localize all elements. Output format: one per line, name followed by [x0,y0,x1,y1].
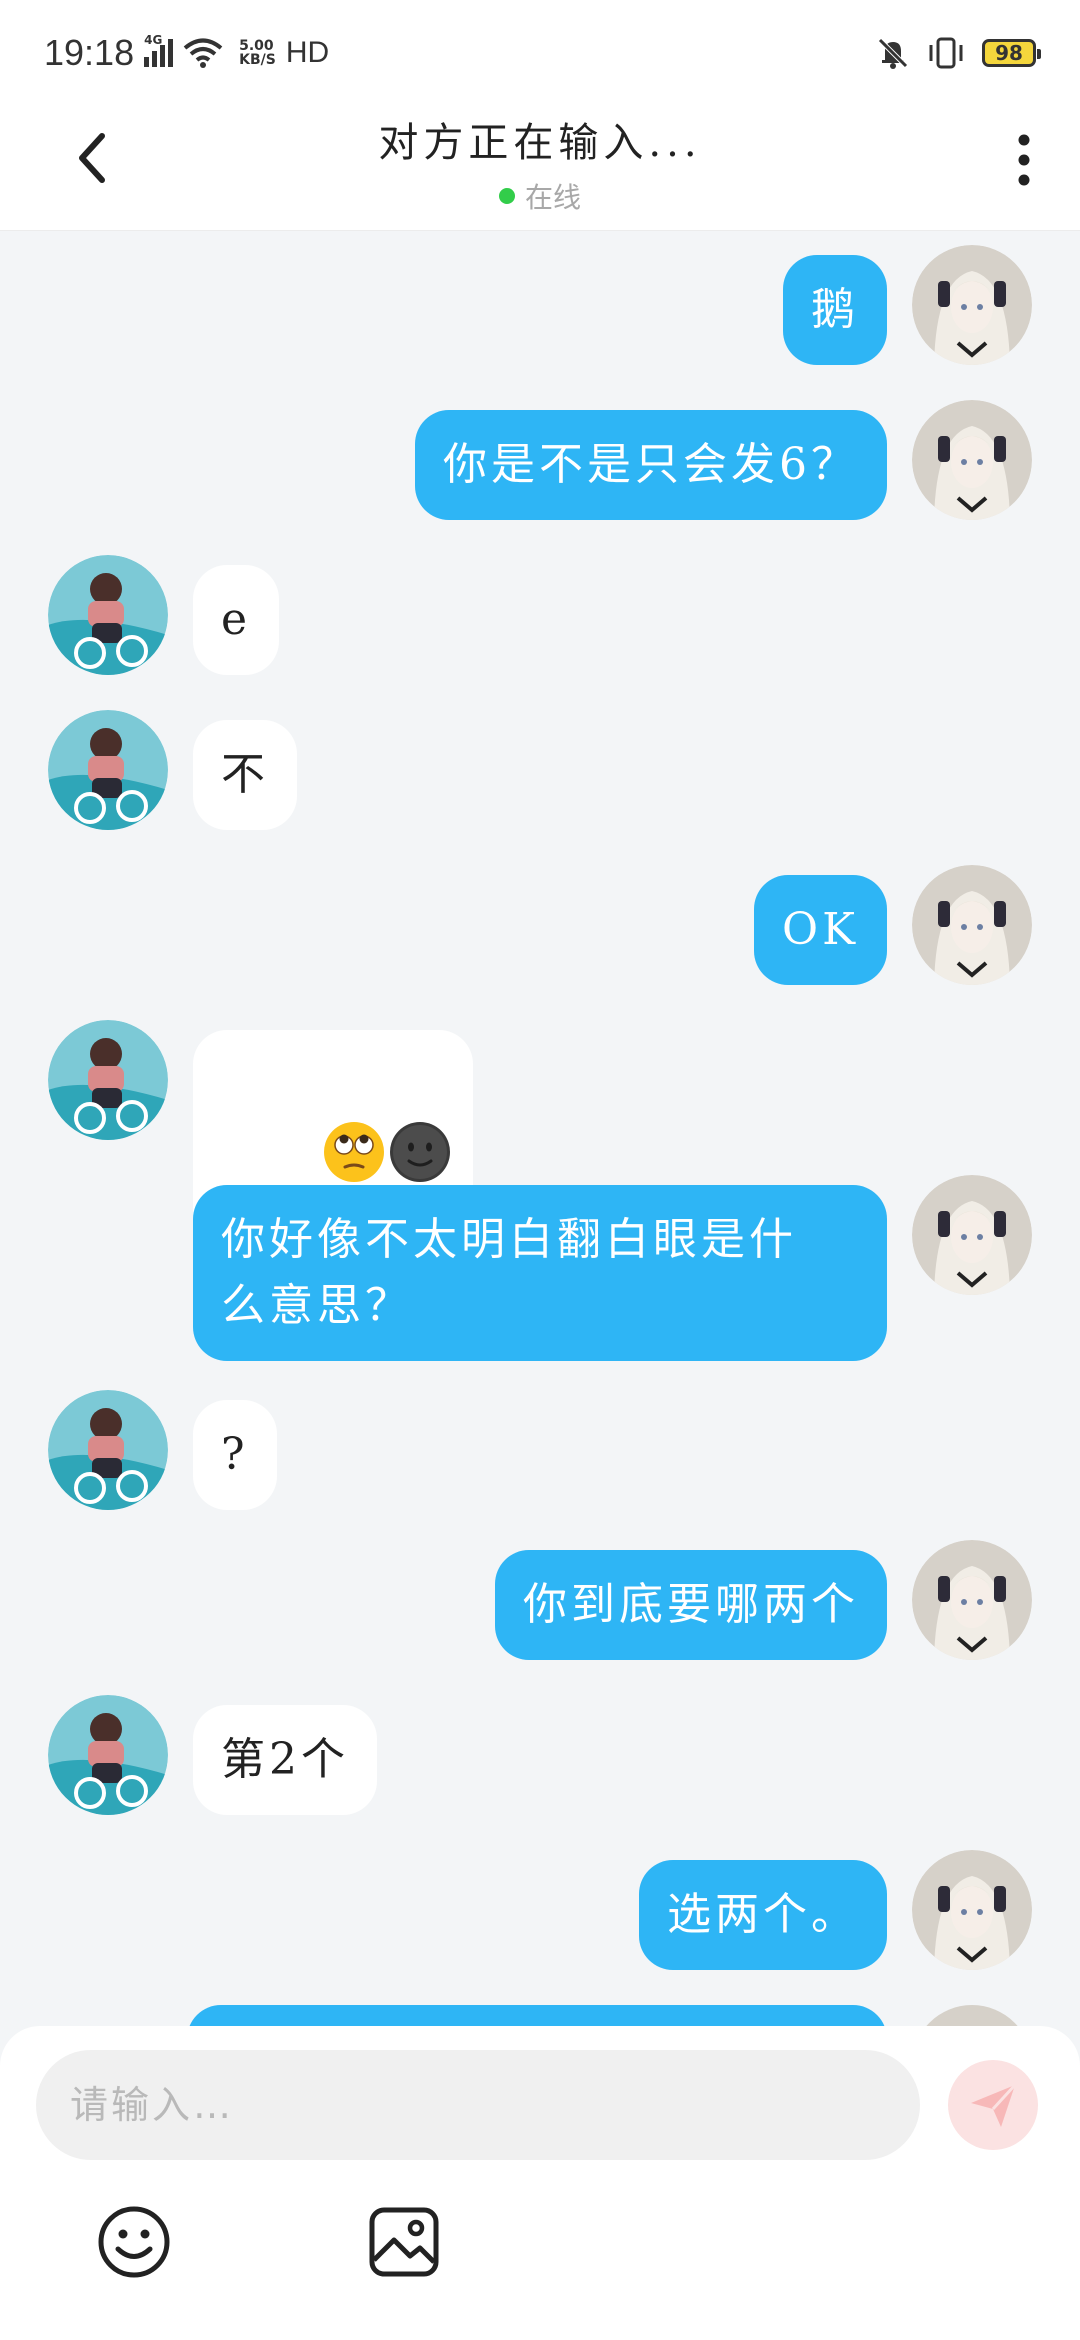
contact-avatar[interactable] [48,710,168,830]
my-avatar[interactable] [912,1850,1032,1970]
message-bubble[interactable]: 第2个 [193,1705,377,1815]
message-row-incoming: 第2个 [0,1695,1080,1825]
my-avatar[interactable] [912,1175,1032,1295]
message-row-outgoing: 鹅 [0,245,1080,375]
message-bubble[interactable]: 你好像不太明白翻白眼是什 么意思？ [193,1185,887,1361]
speed-value: 5.00 [239,38,274,54]
image-icon [369,2207,439,2277]
paper-plane-icon [971,2083,1017,2127]
online-status-label: 在线 [524,181,581,214]
composer-panel [0,2026,1080,2340]
speed-unit: KB/S [239,52,276,68]
message-row-outgoing: 选两个。 [0,1850,1080,1980]
message-bubble-partial[interactable] [187,2005,887,2026]
message-input[interactable] [36,2050,920,2160]
signal-icon: 4G [144,33,174,67]
hd-label: HD [285,36,330,69]
vertical-dots-icon [1018,134,1030,186]
contact-avatar[interactable] [48,1390,168,1510]
wifi-icon [183,38,223,68]
mute-bell-icon [878,38,908,69]
more-options-button[interactable] [992,120,1056,200]
message-bubble[interactable]: ? [193,1400,277,1510]
send-button[interactable] [948,2060,1038,2150]
face-with-rolling-eyes-icon [323,1121,384,1182]
message-row-incoming: e [0,555,1080,685]
message-bubble[interactable]: 你是不是只会发6？ [415,410,887,520]
my-avatar[interactable] [912,2005,1032,2026]
chevron-left-icon [79,133,105,183]
online-dot-icon [498,188,515,204]
header-title-block: 对方正在输入... 在线 [240,110,840,216]
my-avatar[interactable] [912,245,1032,365]
page-title: 对方正在输入... [378,120,702,166]
message-bubble[interactable]: OK [754,875,887,985]
smiley-icon [98,2206,170,2278]
contact-avatar[interactable] [48,555,168,675]
message-bubble[interactable]: 不 [193,720,297,830]
message-bubble[interactable]: e [193,565,280,675]
message-bubble[interactable]: 你到底要哪两个 [495,1550,887,1660]
clock: 19:18 [44,32,135,73]
emoji-button[interactable] [96,2204,172,2280]
message-row-outgoing-partial [0,2005,1080,2026]
battery-indicator: 98 [982,39,1041,67]
status-bar: 19:18 4G 5.00 KB/S HD 98 [0,0,1080,100]
my-avatar[interactable] [912,400,1032,520]
message-row-outgoing: 你是不是只会发6？ [0,400,1080,530]
network-speed: 5.00 KB/S [239,39,276,67]
contact-avatar[interactable] [48,1695,168,1815]
message-row-incoming: ? [0,1390,1080,1520]
chat-header: 对方正在输入... 在线 [0,100,1080,231]
new-moon-face-icon [389,1121,450,1182]
message-row-incoming [0,1020,1080,1269]
message-row-outgoing: 你到底要哪两个 [0,1540,1080,1670]
chat-message-list[interactable]: 鹅 你是不是只会发6？ e 不 OK 你好像不太明白翻白眼是什 么意思？ ? 你… [0,231,1080,2026]
network-type-label: 4G [144,33,163,47]
back-button[interactable] [60,122,132,194]
my-avatar[interactable] [912,1540,1032,1660]
message-row-incoming: 不 [0,710,1080,840]
contact-avatar[interactable] [48,1020,168,1140]
image-button[interactable] [366,2204,442,2280]
online-status: 在线 [240,176,840,216]
message-bubble[interactable]: 选两个。 [639,1860,887,1970]
message-row-outgoing: 你好像不太明白翻白眼是什 么意思？ [0,1175,1080,1365]
message-bubble[interactable]: 鹅 [783,255,887,365]
vibrate-icon [929,37,963,69]
message-row-outgoing: OK [0,865,1080,995]
my-avatar[interactable] [912,865,1032,985]
